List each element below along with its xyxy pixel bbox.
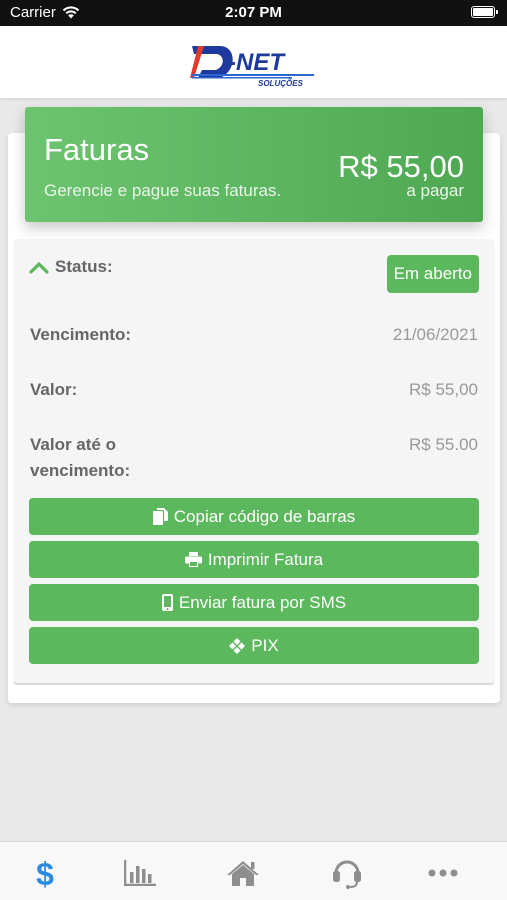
- tab-invoices[interactable]: $: [25, 856, 65, 890]
- amount-until-due-value: R$ 55.00: [409, 435, 478, 454]
- pix-icon: [229, 637, 246, 654]
- svg-text:SOLUÇÕES: SOLUÇÕES: [258, 79, 304, 88]
- status-label: Status:: [55, 257, 113, 276]
- status-bar: Carrier 2:07 PM: [0, 0, 507, 26]
- pix-label: PIX: [251, 635, 279, 655]
- dnet-logo: -NET SOLUÇÕES: [190, 46, 314, 88]
- chevron-up-icon: [29, 261, 49, 274]
- dollar-icon: $: [36, 857, 54, 889]
- app-header: -NET SOLUÇÕES: [0, 26, 507, 98]
- tab-support[interactable]: [327, 856, 367, 890]
- tab-usage[interactable]: [120, 856, 160, 890]
- print-invoice-label: Imprimir Fatura: [207, 549, 324, 569]
- amount-due-caption: a pagar: [406, 181, 464, 200]
- status-badge: Em aberto: [386, 255, 479, 293]
- send-sms-button[interactable]: Enviar fatura por SMS: [29, 584, 479, 621]
- amount-until-due-label-line1: Valor até o: [30, 435, 116, 454]
- amount-due: R$ 55,00: [338, 149, 464, 184]
- tab-home[interactable]: [223, 856, 263, 890]
- amount-until-due-label: Valor até o vencimento:: [30, 432, 130, 484]
- headset-icon: [333, 860, 361, 889]
- invoice-details: Status: Em aberto Vencimento: 21/06/2021…: [13, 239, 495, 685]
- bar-chart-icon: [124, 860, 156, 886]
- clock: 2:07 PM: [225, 4, 282, 21]
- send-sms-label: Enviar fatura por SMS: [178, 592, 347, 612]
- svg-text:-NET: -NET: [228, 49, 286, 76]
- home-icon: [227, 861, 259, 886]
- tab-bar: $: [0, 841, 507, 900]
- more-icon: [428, 869, 458, 877]
- due-date-label: Vencimento:: [30, 325, 132, 344]
- copy-barcode-button[interactable]: Copiar código de barras: [29, 498, 479, 535]
- due-date-value: 21/06/2021: [392, 325, 478, 344]
- print-invoice-button[interactable]: Imprimir Fatura: [29, 541, 479, 578]
- invoices-hero: Faturas Gerencie e pague suas faturas. R…: [25, 107, 483, 222]
- copy-icon: [152, 508, 168, 525]
- amount-value: R$ 55,00: [409, 380, 478, 399]
- amount-label: Valor:: [30, 380, 78, 399]
- svg-text:$: $: [36, 857, 54, 889]
- pix-button[interactable]: PIX: [29, 627, 479, 664]
- battery-icon: [471, 6, 498, 18]
- print-icon: [184, 552, 202, 567]
- page-title: Faturas: [44, 132, 150, 167]
- amount-until-due-label-line2: vencimento:: [30, 461, 131, 480]
- mobile-phone-icon: [161, 594, 173, 611]
- copy-barcode-label: Copiar código de barras: [173, 506, 356, 526]
- page-subtitle: Gerencie e pague suas faturas.: [44, 181, 282, 200]
- tab-more[interactable]: [423, 856, 463, 890]
- status-toggle[interactable]: Status:: [29, 257, 113, 277]
